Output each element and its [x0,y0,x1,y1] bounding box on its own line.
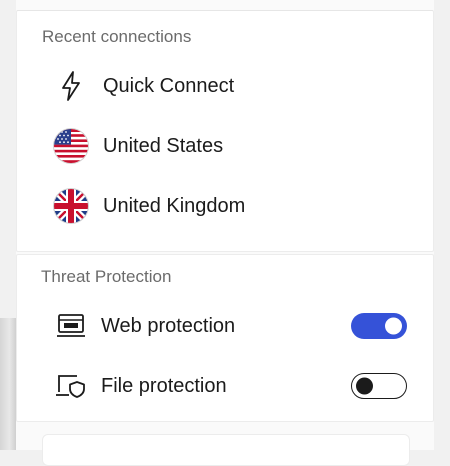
lightning-icon [53,68,89,104]
web-protection-toggle[interactable] [351,313,407,339]
recent-item-united-states[interactable]: United States [17,121,433,171]
window-edge [434,0,450,450]
toggle-knob [356,377,373,395]
recent-item-quick-connect[interactable]: Quick Connect [17,61,433,111]
toggle-knob [385,317,402,335]
file-protection-toggle[interactable] [351,373,407,399]
recent-connections-card: Recent connections Quick Connect United … [16,10,434,252]
background-window [0,318,16,450]
uk-flag-icon [53,188,89,224]
web-protection-icon [53,308,89,344]
threat-protection-card: Threat Protection Web protection File pr… [16,254,434,422]
vpn-panel: Recent connections Quick Connect United … [16,0,434,466]
united-states-label: United States [103,134,224,157]
file-protection-row: File protection [17,361,433,411]
us-flag-icon [53,128,89,164]
file-protection-icon [53,368,89,404]
next-section-card [42,434,410,466]
quick-connect-label: Quick Connect [103,74,235,97]
file-protection-label: File protection [101,374,227,397]
united-kingdom-label: United Kingdom [103,194,246,217]
recent-connections-title: Recent connections [42,27,192,46]
web-protection-label: Web protection [101,314,236,337]
recent-item-united-kingdom[interactable]: United Kingdom [17,181,433,231]
web-protection-row: Web protection [17,301,433,351]
threat-protection-title: Threat Protection [41,267,172,286]
